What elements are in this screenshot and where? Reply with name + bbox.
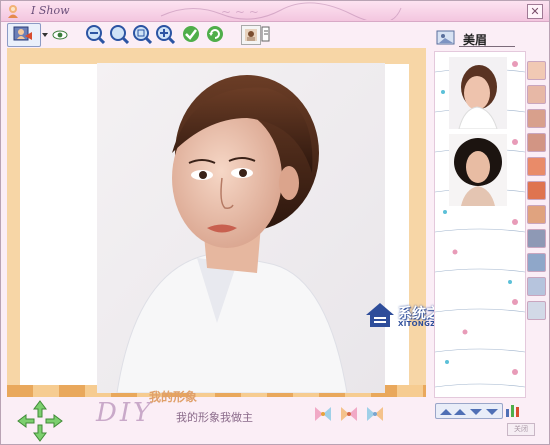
zoom-fit-icon bbox=[133, 25, 153, 45]
portrait-button[interactable] bbox=[241, 25, 261, 45]
thumbnail-item[interactable] bbox=[449, 134, 507, 206]
open-image-button[interactable] bbox=[7, 23, 41, 47]
svg-text:~ ~ ~: ~ ~ ~ bbox=[221, 5, 259, 19]
clothes-icon[interactable] bbox=[527, 253, 546, 272]
title-bar[interactable]: I Show ~ ~ ~ ✕ bbox=[1, 1, 549, 22]
chevron-down-icon[interactable] bbox=[41, 24, 49, 44]
thumbnail-item[interactable] bbox=[449, 57, 507, 129]
close-button[interactable]: 关闭 bbox=[507, 423, 535, 436]
app-logo-icon bbox=[8, 5, 18, 18]
zoom-add-button[interactable] bbox=[155, 24, 176, 45]
face-icon[interactable] bbox=[527, 85, 546, 104]
refresh-button[interactable] bbox=[205, 24, 225, 44]
document-icon[interactable] bbox=[527, 301, 546, 320]
refresh-icon bbox=[207, 26, 223, 42]
makeup-icon[interactable] bbox=[527, 109, 546, 128]
zoom-out-button[interactable] bbox=[85, 24, 106, 45]
eye-icon[interactable] bbox=[51, 24, 69, 44]
zoom-in-icon bbox=[110, 25, 130, 45]
side-panel-underline bbox=[459, 46, 515, 47]
window-title: I Show bbox=[31, 4, 70, 17]
zoom-fit-button[interactable] bbox=[132, 24, 153, 45]
app-window: I Show ~ ~ ~ ✕ 系统之家 美眉 DIY 我的形象 我的形象我做主 … bbox=[0, 0, 550, 445]
accessory-icon[interactable] bbox=[527, 181, 546, 200]
thumbnail-nav[interactable] bbox=[435, 403, 503, 419]
folder-image-icon bbox=[436, 30, 455, 45]
portrait-photo bbox=[97, 63, 385, 393]
zoom-in-button[interactable] bbox=[109, 24, 130, 45]
bottom-bar: DIY 我的形象 我的形象我做主 关闭 bbox=[1, 390, 549, 444]
zoom-plus-icon bbox=[156, 25, 176, 45]
hairstyle-icon[interactable] bbox=[527, 61, 546, 80]
background-icon[interactable] bbox=[527, 277, 546, 296]
portrait-icon bbox=[245, 29, 257, 41]
thumbnail-list[interactable] bbox=[434, 51, 526, 398]
close-window-button[interactable]: ✕ bbox=[527, 4, 543, 19]
direction-pad[interactable] bbox=[15, 399, 65, 443]
house-logo-icon bbox=[366, 303, 394, 327]
slogan-top: 我的形象 bbox=[149, 390, 198, 404]
bow-middle-icon[interactable] bbox=[339, 405, 359, 423]
confirm-button[interactable] bbox=[181, 24, 201, 44]
nav-arrows-icon bbox=[440, 409, 498, 415]
slogan: 我的形象我做主 bbox=[176, 411, 253, 424]
bar-chart-icon[interactable] bbox=[505, 403, 521, 417]
note-icon[interactable] bbox=[261, 25, 271, 43]
title-decoration: ~ ~ ~ bbox=[160, 2, 402, 20]
zoom-out-icon bbox=[86, 25, 106, 45]
side-panel-tab[interactable]: 美眉 bbox=[435, 27, 515, 49]
bow-right-icon[interactable] bbox=[365, 405, 385, 423]
glasses-icon[interactable] bbox=[527, 205, 546, 224]
bow-left-icon[interactable] bbox=[313, 405, 333, 423]
eyes-icon[interactable] bbox=[527, 157, 546, 176]
hat-icon[interactable] bbox=[527, 229, 546, 248]
check-icon bbox=[183, 26, 199, 42]
lips-icon[interactable] bbox=[527, 133, 546, 152]
photo-frame-icon bbox=[13, 26, 32, 41]
diy-logo: DIY bbox=[96, 398, 154, 428]
